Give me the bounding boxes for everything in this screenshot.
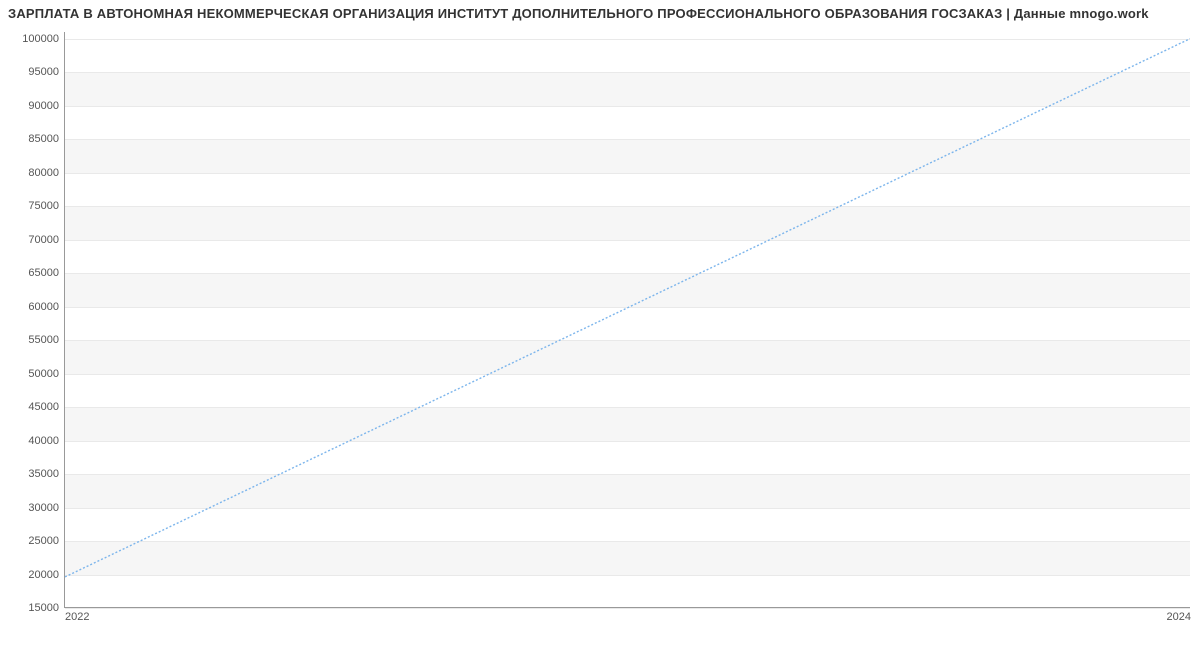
y-tick-label: 80000 bbox=[28, 167, 65, 179]
chart-container: ЗАРПЛАТА В АВТОНОМНАЯ НЕКОММЕРЧЕСКАЯ ОРГ… bbox=[0, 0, 1200, 650]
y-tick-label: 100000 bbox=[22, 33, 65, 45]
plot-band bbox=[65, 206, 1190, 239]
y-tick-label: 90000 bbox=[28, 100, 65, 112]
plot-band bbox=[65, 340, 1190, 373]
y-tick-label: 35000 bbox=[28, 468, 65, 480]
gridline bbox=[65, 173, 1190, 174]
y-tick-label: 60000 bbox=[28, 301, 65, 313]
chart-title: ЗАРПЛАТА В АВТОНОМНАЯ НЕКОММЕРЧЕСКАЯ ОРГ… bbox=[0, 0, 1200, 21]
line-series bbox=[65, 32, 1190, 607]
gridline bbox=[65, 474, 1190, 475]
gridline bbox=[65, 307, 1190, 308]
y-tick-label: 25000 bbox=[28, 535, 65, 547]
gridline bbox=[65, 240, 1190, 241]
y-tick-label: 50000 bbox=[28, 368, 65, 380]
y-tick-label: 40000 bbox=[28, 435, 65, 447]
gridline bbox=[65, 575, 1190, 576]
gridline bbox=[65, 206, 1190, 207]
gridline bbox=[65, 508, 1190, 509]
y-tick-label: 45000 bbox=[28, 401, 65, 413]
y-tick-label: 75000 bbox=[28, 200, 65, 212]
y-tick-label: 55000 bbox=[28, 334, 65, 346]
y-tick-label: 85000 bbox=[28, 133, 65, 145]
y-tick-label: 30000 bbox=[28, 502, 65, 514]
y-tick-label: 65000 bbox=[28, 267, 65, 279]
gridline bbox=[65, 273, 1190, 274]
gridline bbox=[65, 106, 1190, 107]
gridline bbox=[65, 374, 1190, 375]
gridline bbox=[65, 139, 1190, 140]
gridline bbox=[65, 72, 1190, 73]
y-tick-label: 70000 bbox=[28, 234, 65, 246]
gridline bbox=[65, 608, 1190, 609]
plot-band bbox=[65, 72, 1190, 105]
gridline bbox=[65, 39, 1190, 40]
gridline bbox=[65, 407, 1190, 408]
x-tick-label: 2024 bbox=[1167, 607, 1191, 623]
plot-area: 1500020000250003000035000400004500050000… bbox=[64, 32, 1190, 608]
y-tick-label: 95000 bbox=[28, 66, 65, 78]
plot-band bbox=[65, 407, 1190, 440]
plot-band bbox=[65, 474, 1190, 507]
y-tick-label: 15000 bbox=[28, 602, 65, 614]
x-tick-label: 2022 bbox=[65, 607, 89, 623]
gridline bbox=[65, 340, 1190, 341]
plot-band bbox=[65, 273, 1190, 306]
gridline bbox=[65, 441, 1190, 442]
plot-band bbox=[65, 139, 1190, 172]
y-tick-label: 20000 bbox=[28, 569, 65, 581]
gridline bbox=[65, 541, 1190, 542]
plot-band bbox=[65, 541, 1190, 574]
